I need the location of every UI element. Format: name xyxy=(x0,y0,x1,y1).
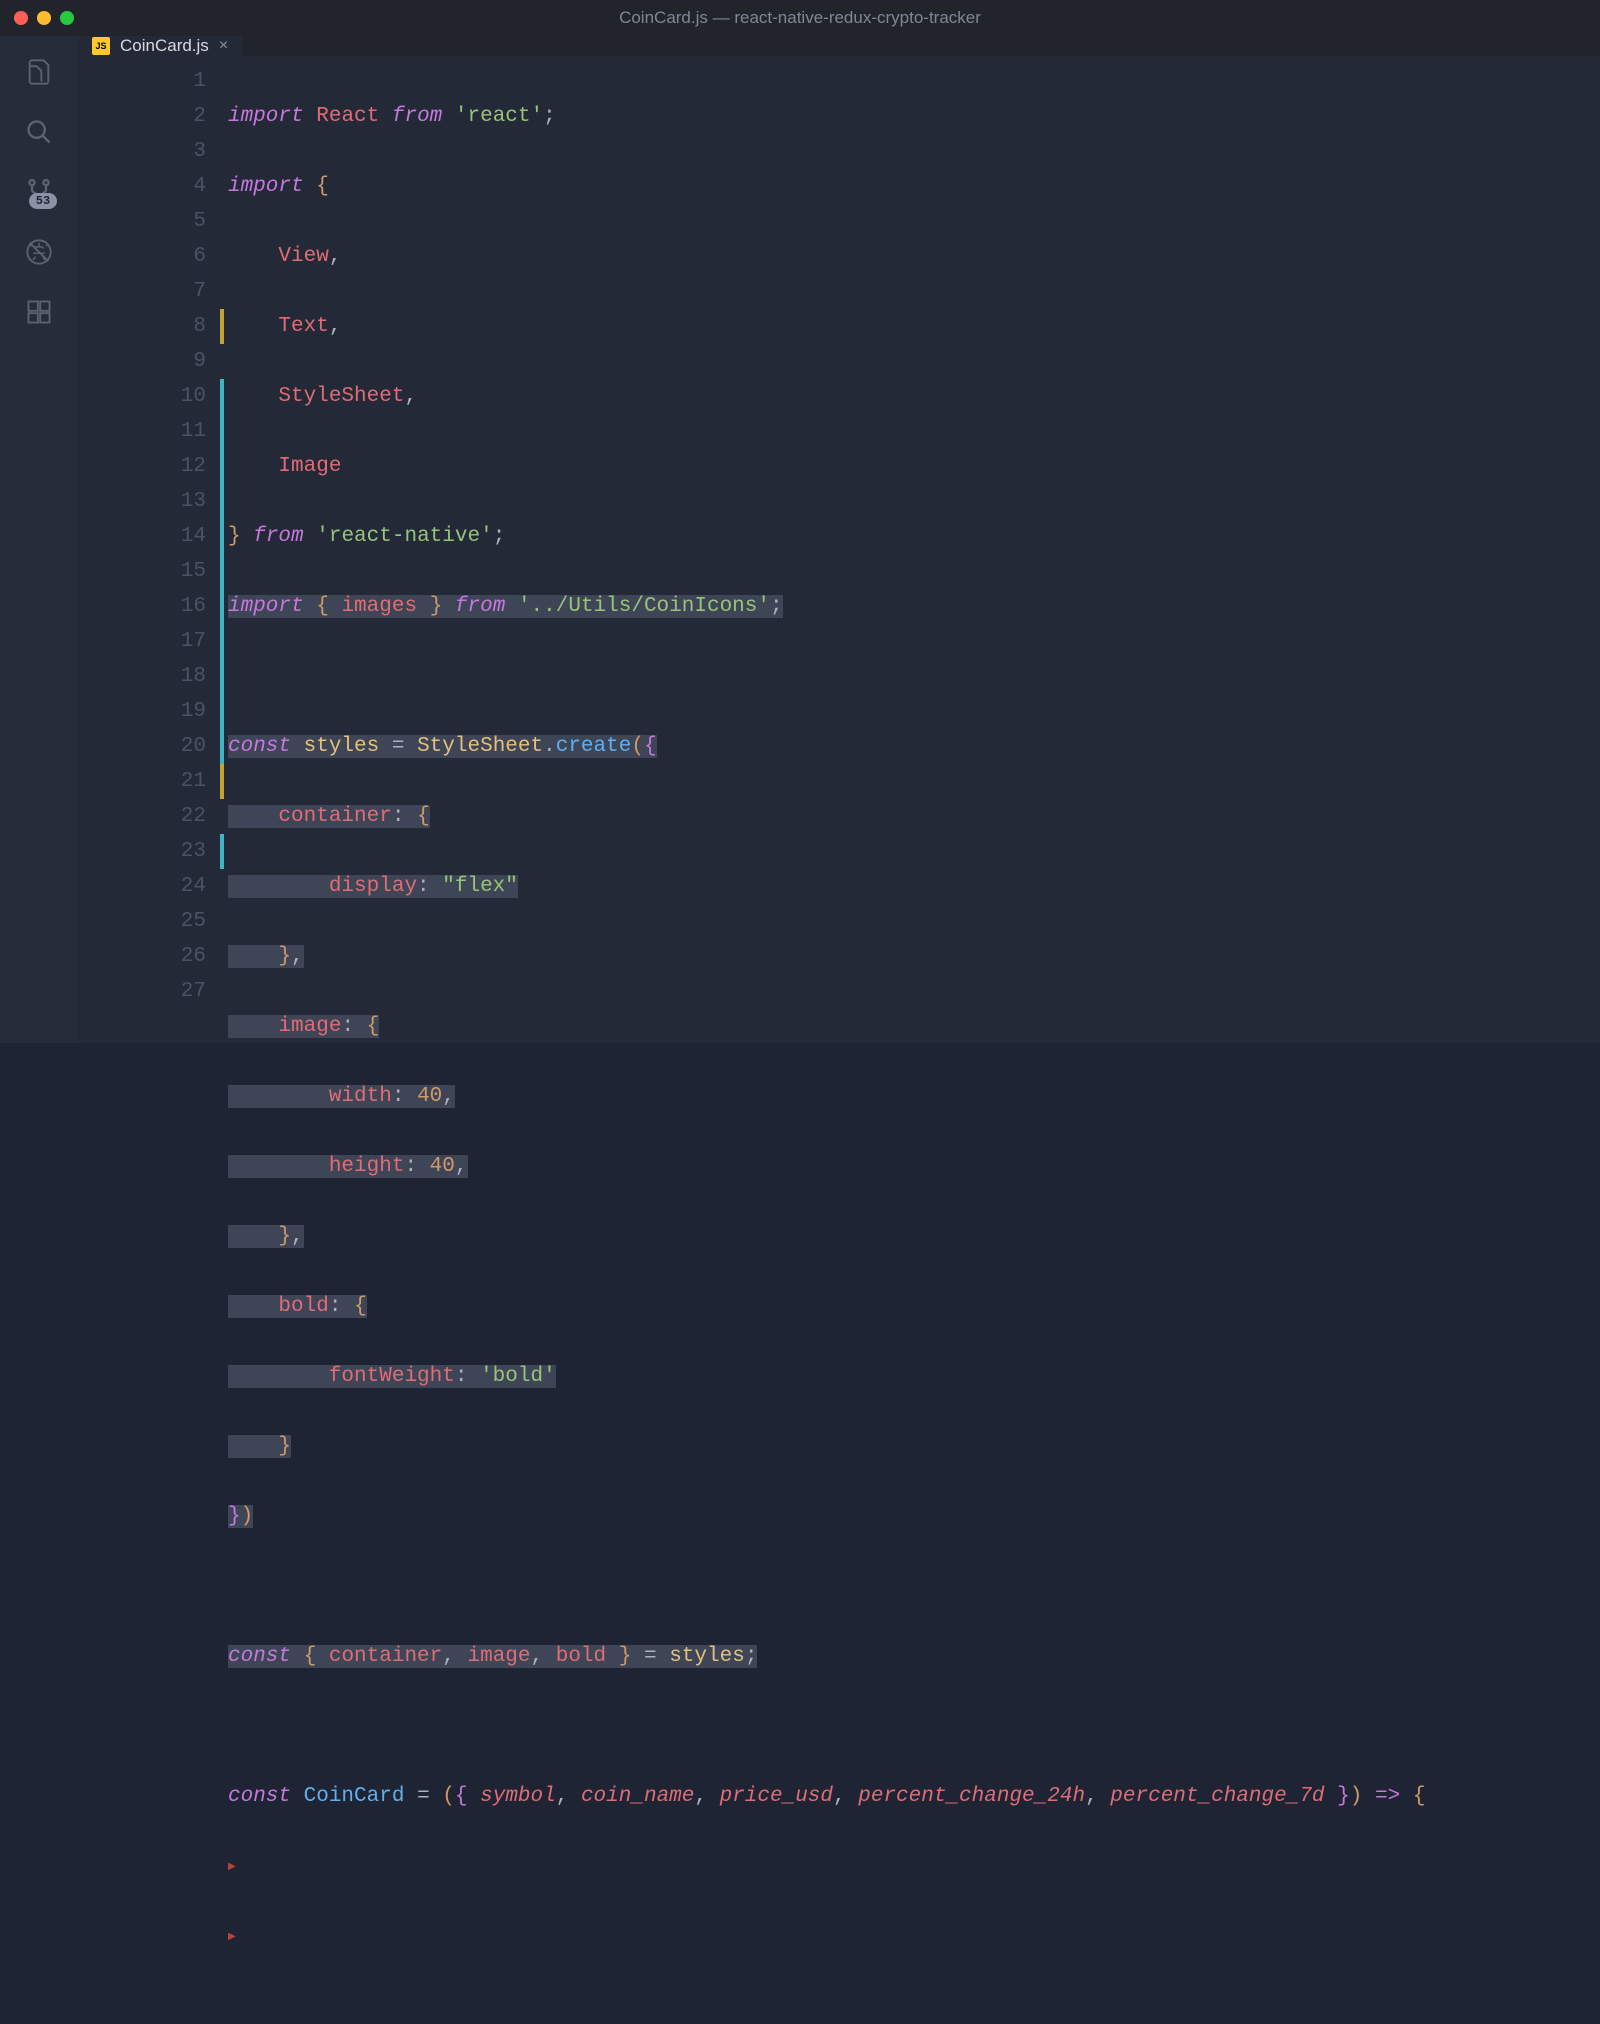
explorer-icon[interactable] xyxy=(23,56,55,88)
line-number: 2 xyxy=(78,99,206,134)
line-number: 9 xyxy=(78,344,206,379)
line-number: 13 xyxy=(78,484,206,519)
line-number: 14 xyxy=(78,519,206,554)
line-number: 15 xyxy=(78,554,206,589)
line-number: 4 xyxy=(78,169,206,204)
close-window-button[interactable] xyxy=(14,11,28,25)
code-area[interactable]: 1 2 3 4 5 6 7 8 9 10 11 12 13 14 1 xyxy=(78,56,1600,2024)
js-file-icon: JS xyxy=(92,37,110,55)
line-number: 7 xyxy=(78,274,206,309)
line-gutter: 1 2 3 4 5 6 7 8 9 10 11 12 13 14 1 xyxy=(78,64,228,2024)
maximize-window-button[interactable] xyxy=(60,11,74,25)
line-number: 17 xyxy=(78,624,206,659)
fold-marker-icon[interactable]: ▶ xyxy=(228,1850,236,1885)
tab-coincard[interactable]: JS CoinCard.js × xyxy=(78,36,242,56)
traffic-lights xyxy=(14,11,74,25)
line-number: 27 xyxy=(78,974,206,1009)
window-title: CoinCard.js — react-native-redux-crypto-… xyxy=(619,8,981,28)
line-number: 10 xyxy=(78,379,206,414)
line-number: 1 xyxy=(78,64,206,99)
line-number: 26 xyxy=(78,939,206,974)
line-number: 20 xyxy=(78,729,206,764)
main-area: 53 JS CoinCard.js × 1 2 3 4 5 6 7 xyxy=(0,36,1600,1043)
line-number: 22 xyxy=(78,799,206,834)
line-number: 3 xyxy=(78,134,206,169)
extensions-icon[interactable] xyxy=(23,296,55,328)
code-content[interactable]: import React from 'react'; import { View… xyxy=(228,64,1600,2024)
git-changes-badge: 53 xyxy=(29,193,57,209)
line-number: 25 xyxy=(78,904,206,939)
activity-bar: 53 xyxy=(0,36,78,1043)
line-number: 19 xyxy=(78,694,206,729)
line-number xyxy=(78,1009,206,1044)
line-number: 6 xyxy=(78,239,206,274)
line-number: 23 xyxy=(78,834,206,869)
fold-marker-icon[interactable]: ▶ xyxy=(228,1920,236,1955)
line-number: 11 xyxy=(78,414,206,449)
search-icon[interactable] xyxy=(23,116,55,148)
debug-icon[interactable] xyxy=(23,236,55,268)
line-number: 16 xyxy=(78,589,206,624)
close-tab-icon[interactable]: × xyxy=(219,37,228,55)
tab-bar: JS CoinCard.js × xyxy=(78,36,1600,56)
line-number: 12 xyxy=(78,449,206,484)
source-control-icon[interactable]: 53 xyxy=(23,176,55,208)
editor-area: JS CoinCard.js × 1 2 3 4 5 6 7 8 9 10 11 xyxy=(78,36,1600,1043)
line-number: 21 xyxy=(78,764,206,799)
line-number: 24 xyxy=(78,869,206,904)
tab-filename: CoinCard.js xyxy=(120,36,209,56)
titlebar: CoinCard.js — react-native-redux-crypto-… xyxy=(0,0,1600,36)
line-number: 8 xyxy=(78,309,206,344)
minimize-window-button[interactable] xyxy=(37,11,51,25)
line-number: 18 xyxy=(78,659,206,694)
line-number: 5 xyxy=(78,204,206,239)
